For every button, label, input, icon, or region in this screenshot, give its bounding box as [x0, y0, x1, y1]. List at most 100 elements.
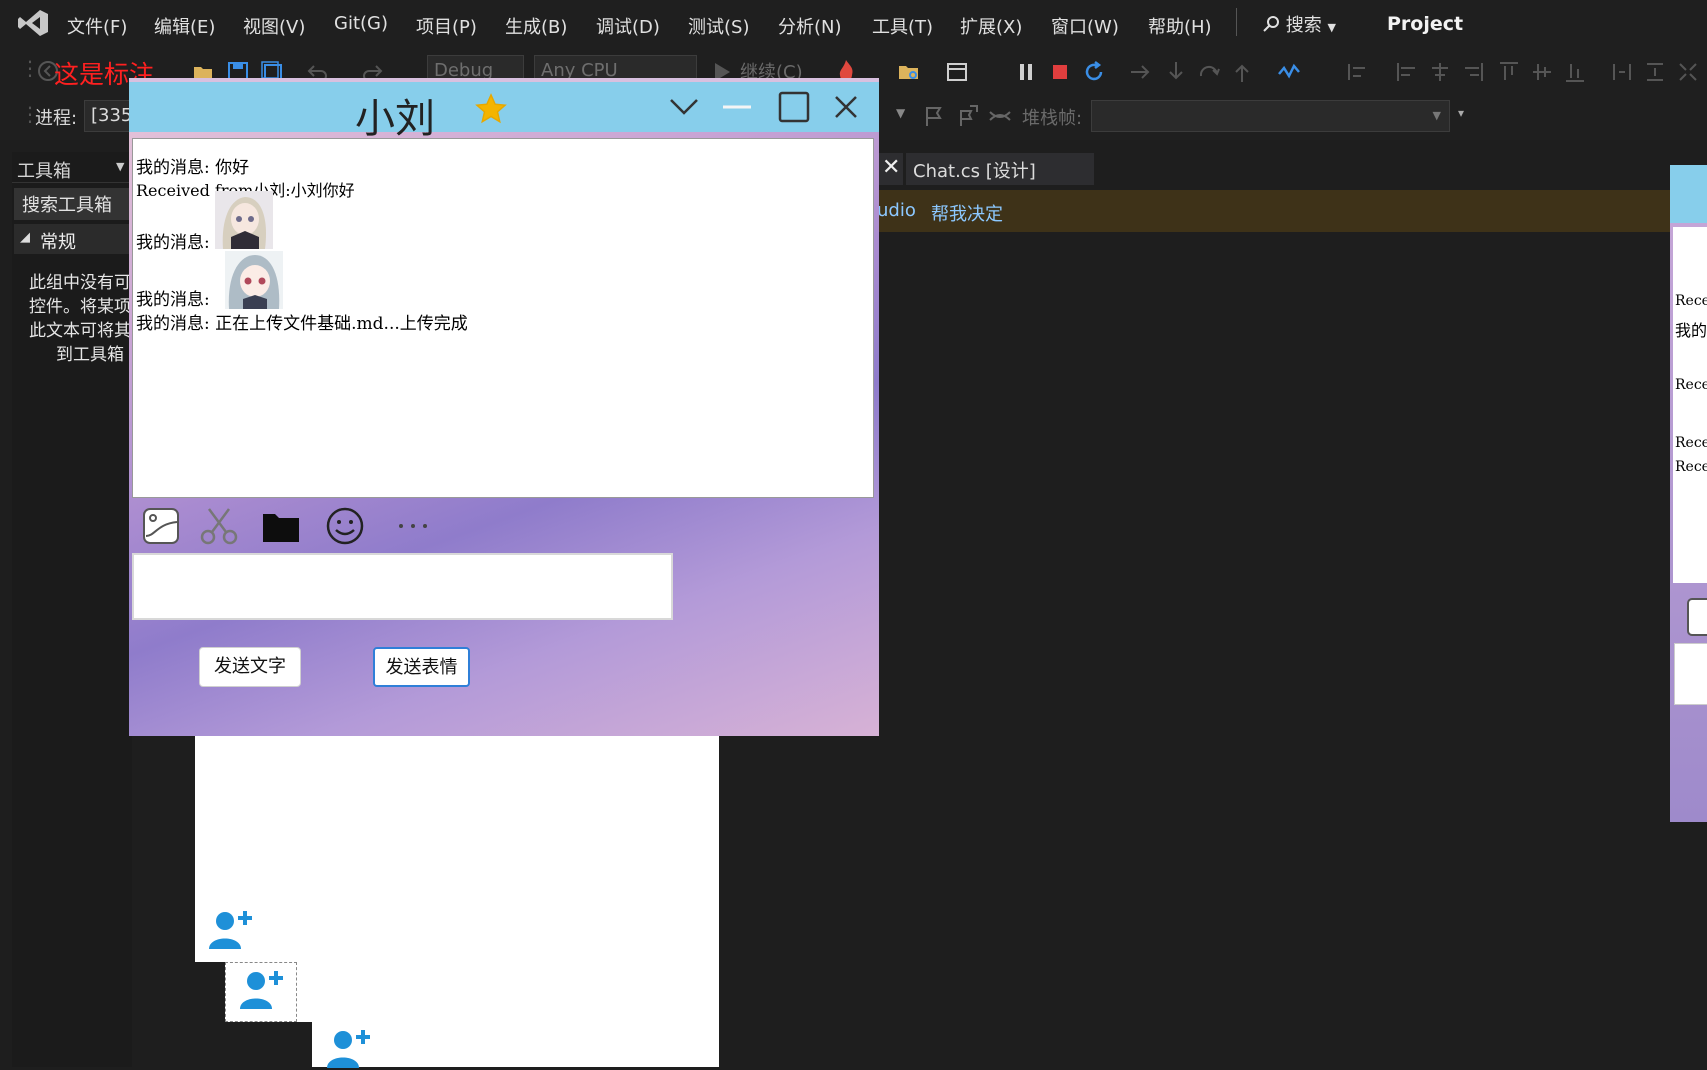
toolbar-overflow-icon[interactable]: ▾ — [1458, 106, 1464, 120]
thread-flag-icon[interactable] — [955, 104, 979, 128]
menu-file[interactable]: 文件(F) — [67, 13, 127, 39]
menu-analyze[interactable]: 分析(N) — [778, 13, 842, 39]
tab-label: Chat.cs [设计] — [913, 161, 1036, 182]
stackframe-label: 堆栈帧: — [1022, 108, 1083, 129]
toolbox-panel: 工具箱 ▼ 搜索工具箱 ◢ 常规 此组中没有可 控件。将某项 此文本可将其 到工… — [12, 152, 132, 1067]
step-out-icon[interactable] — [1230, 60, 1254, 84]
chevron-down-icon[interactable]: ▼ — [896, 106, 905, 120]
search-icon — [1263, 16, 1279, 32]
restart-icon[interactable] — [1082, 60, 1106, 84]
filter-threads-icon[interactable] — [988, 104, 1012, 128]
chevron-down-icon: ▼ — [1432, 109, 1441, 122]
toolbox-empty-line-1: 此组中没有可 — [29, 273, 131, 293]
designer-gap — [195, 962, 225, 1067]
menu-project[interactable]: 项目(P) — [416, 13, 477, 39]
sticker-image — [225, 251, 283, 309]
step-next-icon[interactable] — [1128, 60, 1152, 84]
toolbox-group-general[interactable]: ◢ 常规 — [14, 224, 132, 254]
preview-line: 我的 — [1675, 321, 1707, 340]
send-emoji-button[interactable]: 发送表情 — [373, 647, 470, 687]
visual-studio-logo-icon — [18, 10, 48, 36]
align-top-icon[interactable] — [1497, 60, 1521, 84]
maximize-icon[interactable] — [777, 90, 811, 124]
menu-debug[interactable]: 调试(D) — [596, 13, 660, 39]
align-center-icon[interactable] — [1428, 60, 1452, 84]
emoji-icon[interactable] — [325, 506, 365, 546]
align-right-icon[interactable] — [1461, 60, 1485, 84]
message-line: 我的消息: 正在上传文件基础.md...上传完成 — [136, 314, 468, 334]
designer-gap-2 — [225, 1022, 312, 1067]
menu-separator — [1236, 8, 1237, 36]
chat-window: 小刘 我的消息: 你好 Received from小刘:小刘你好 我的消息: 我… — [129, 78, 879, 736]
menu-edit[interactable]: 编辑(E) — [154, 13, 215, 39]
scissors-icon[interactable] — [199, 506, 239, 546]
close-icon[interactable] — [833, 94, 859, 120]
menu-build[interactable]: 生成(B) — [505, 13, 567, 39]
close-tab-button[interactable]: ✕ — [877, 153, 903, 185]
message-line: 我的消息: 你好 — [136, 158, 250, 178]
more-icon[interactable] — [395, 518, 435, 534]
toolbox-search-input[interactable]: 搜索工具箱 — [14, 188, 132, 220]
search-label: 搜索 — [1285, 15, 1322, 36]
diagnostics-icon[interactable] — [1277, 60, 1301, 84]
chevron-down-icon: ▼ — [1327, 21, 1336, 34]
sticker-image — [215, 191, 273, 249]
info-bar: udio 帮我决定 — [877, 190, 1672, 232]
menu-help[interactable]: 帮助(H) — [1148, 13, 1212, 39]
add-user-icon[interactable] — [238, 967, 286, 1011]
expand-triangle-icon: ◢ — [20, 230, 30, 245]
stackframe-dropdown[interactable]: ▼ — [1091, 100, 1450, 132]
info-link-partial[interactable]: udio — [877, 200, 916, 221]
chevron-down-icon[interactable] — [669, 94, 699, 120]
project-title: Project — [1387, 13, 1464, 35]
process-label: 进程: — [35, 108, 78, 129]
message-area[interactable]: 我的消息: 你好 Received from小刘:小刘你好 我的消息: 我的消息… — [132, 138, 874, 498]
menu-git[interactable]: Git(G) — [334, 13, 388, 34]
toolbox-empty-line-3: 此文本可将其 — [29, 321, 131, 341]
stop-icon[interactable] — [1048, 60, 1072, 84]
folder-icon[interactable] — [261, 508, 301, 544]
chat-title: 小刘 — [355, 96, 435, 142]
flag-icon[interactable] — [922, 104, 946, 128]
message-line: 我的消息: — [136, 233, 210, 253]
image-icon[interactable] — [141, 506, 181, 546]
tab-chat-designer[interactable]: Chat.cs [设计] — [906, 153, 1094, 185]
image-icon[interactable] — [1686, 597, 1707, 637]
add-user-icon[interactable] — [325, 1026, 373, 1070]
align-left-icon[interactable] — [1395, 60, 1419, 84]
send-text-button[interactable]: 发送文字 — [199, 647, 301, 687]
vertical-spacing-icon[interactable] — [1643, 60, 1667, 84]
step-into-icon[interactable] — [1164, 60, 1188, 84]
preview-line: Rece — [1675, 435, 1707, 451]
menu-extensions[interactable]: 扩展(X) — [960, 13, 1022, 39]
menu-view[interactable]: 视图(V) — [243, 13, 305, 39]
message-input[interactable] — [132, 553, 673, 620]
size-icon[interactable] — [1676, 60, 1700, 84]
menu-bar: 文件(F) 编辑(E) 视图(V) Git(G) 项目(P) 生成(B) 调试(… — [0, 0, 1707, 48]
preview-message-area: Rece 我的 Rece Rece Rece — [1673, 227, 1707, 583]
browse-folder-icon[interactable] — [897, 60, 921, 84]
menu-test[interactable]: 测试(S) — [688, 13, 749, 39]
chevron-down-icon[interactable]: ▼ — [116, 160, 124, 173]
preview-chat-window: Rece 我的 Rece Rece Rece — [1670, 165, 1707, 822]
toolbox-empty-line-4: 到工具箱 — [56, 345, 124, 365]
align-middle-icon[interactable] — [1530, 60, 1554, 84]
search-menu[interactable]: 搜索 ▼ — [1262, 11, 1336, 37]
decide-link[interactable]: 帮我决定 — [931, 200, 1003, 226]
menu-tools[interactable]: 工具(T) — [872, 13, 933, 39]
process-value: [335 — [91, 105, 133, 126]
step-over-icon[interactable] — [1197, 60, 1221, 84]
add-user-icon[interactable] — [207, 907, 255, 951]
layout-icon[interactable] — [945, 60, 969, 84]
menu-window[interactable]: 窗口(W) — [1051, 13, 1119, 39]
chat-title-bar[interactable]: 小刘 — [129, 78, 879, 142]
minimize-icon[interactable] — [722, 94, 752, 120]
toolbox-search-placeholder: 搜索工具箱 — [22, 195, 112, 216]
star-icon[interactable] — [474, 92, 508, 126]
spacing-icon[interactable] — [1610, 60, 1634, 84]
pause-icon[interactable] — [1014, 60, 1038, 84]
align-bottom-icon[interactable] — [1563, 60, 1587, 84]
align-icon[interactable] — [1345, 60, 1369, 84]
preview-input[interactable] — [1674, 643, 1707, 705]
preview-line: Rece — [1675, 293, 1707, 309]
